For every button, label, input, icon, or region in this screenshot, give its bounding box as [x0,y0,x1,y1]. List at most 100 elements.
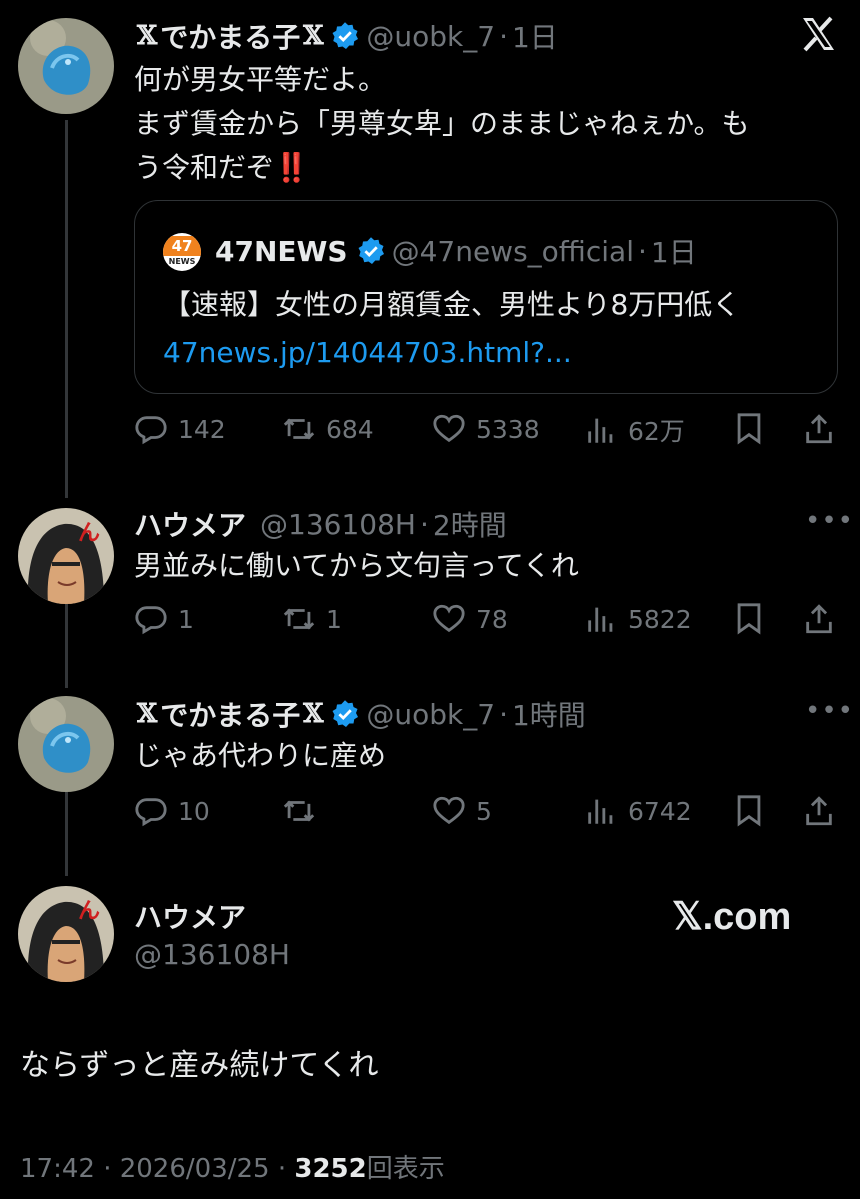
retweet-icon [283,418,315,440]
views-count: 5822 [628,604,692,634]
retweet-count: 684 [326,414,374,444]
x-logo-icon[interactable] [798,14,838,54]
tweet-text: 男並みに働いてから文句言ってくれ [134,549,579,582]
handle[interactable]: @uobk_7 [366,20,495,53]
views-button[interactable]: 6742 [584,794,692,828]
reply-button[interactable]: 10 [134,794,210,828]
like-count: 78 [476,604,508,634]
reply-icon [135,606,167,635]
views-chart-icon [588,607,613,632]
views-count: 6742 [628,796,692,826]
bookmark-icon [737,795,761,827]
tweet-line: う令和だぞ‼️ [134,151,309,184]
retweet-button[interactable]: 684 [282,412,374,446]
logo-sub: NEWS [168,257,196,266]
svg-text:ん: ん [78,899,100,924]
tweet-actions: 1 1 78 5822 [134,602,838,642]
reply-button[interactable]: 142 [134,412,226,446]
display-name[interactable]: ハウメア [134,504,246,544]
tweet-actions: 10 5 6742 [134,794,838,834]
views-chart-icon [588,799,613,824]
tweet-text: じゃあ代わりに産め [134,739,387,772]
share-button[interactable] [802,602,846,636]
share-icon [806,414,832,444]
heart-icon [433,414,465,443]
x-glyph-icon: 𝕏 [137,699,158,729]
like-button[interactable]: 78 [432,602,508,636]
news-logo-icon: 47 NEWS [163,233,201,271]
handle[interactable]: @uobk_7 [366,698,495,731]
tweet-meta-line: 17:42 · 2026/03/25 · 3252回表示 [20,1148,445,1185]
verified-badge-icon [358,237,384,264]
quoted-tweet-card[interactable]: 47 NEWS 47NEWS @47news_official · 1日 【速報… [134,200,838,394]
like-button[interactable]: 5338 [432,412,540,446]
bookmark-button[interactable] [732,794,776,828]
reply-icon [135,798,167,827]
bookmark-button[interactable] [732,602,776,636]
handle[interactable]: @136108H [260,508,416,541]
display-name[interactable]: でかまる子 [160,16,300,56]
heart-icon [433,796,465,825]
reply-count: 10 [178,796,210,826]
timestamp[interactable]: 1時間 [512,694,586,734]
views-button[interactable]: 62万 [584,412,685,448]
timestamp[interactable]: 2時間 [433,504,507,544]
x-glyph-icon: 𝕏 [137,21,158,51]
stone-avatar-icon [18,18,114,114]
tweet-header: 𝕏 でかまる子 𝕏 @uobk_7 · 1日 [134,16,558,56]
svg-text:ん: ん [78,521,100,546]
bookmark-icon [737,603,761,635]
brand-watermark: 𝕏.com [672,896,792,938]
timestamp[interactable]: 1日 [512,16,558,56]
quote-handle: @47news_official [391,234,634,268]
quote-display-name: 47NEWS [215,234,348,268]
tweet-text: 何が男女平等だよ。 まず賃金から「男尊女卑」のままじゃねぇか。も う令和だぞ‼️ [134,58,824,190]
quote-time: 1日 [650,236,697,269]
stone-avatar-icon [18,696,114,792]
tweet-actions: 142 684 5338 62万 [134,412,838,452]
tweet-line: まず賃金から「男尊女卑」のままじゃねぇか。も [134,107,750,140]
avatar[interactable] [18,18,114,114]
retweet-icon [283,800,315,822]
reply-count: 142 [178,414,226,444]
thread-line [65,120,68,498]
manga-avatar-icon: ん [18,508,114,604]
avatar[interactable]: ん [18,886,114,982]
like-count: 5 [476,796,492,826]
reply-button[interactable]: 1 [134,602,194,636]
display-name[interactable]: でかまる子 [160,694,300,734]
quote-text: 【速報】女性の月額賃金、男性より8万円低く [163,288,741,321]
like-count: 5338 [476,414,540,444]
logo-number: 47 [163,236,201,256]
x-glyph-icon: 𝕏 [303,699,324,729]
quote-link[interactable]: 47news.jp/14044703.html?... [163,331,572,375]
share-button[interactable] [802,794,846,828]
separator: · [499,697,508,731]
display-name[interactable]: ハウメア [134,896,246,936]
avatar[interactable] [18,696,114,792]
tweet-header: 𝕏 でかまる子 𝕏 @uobk_7 · 1時間 [134,694,586,734]
x-glyph-icon: 𝕏 [303,21,324,51]
more-options-button[interactable]: ••• [805,696,854,726]
more-options-button[interactable]: ••• [805,506,854,536]
views-button[interactable]: 5822 [584,602,692,636]
share-button[interactable] [802,412,846,446]
bookmark-button[interactable] [732,412,776,446]
timestamp[interactable]: 17:42 · 2026/03/25 · [20,1154,294,1184]
views-count: 62万 [628,417,685,446]
share-icon [806,796,832,826]
heart-icon [433,604,465,633]
retweet-button[interactable]: 1 [282,602,342,636]
retweet-button[interactable] [282,794,326,828]
like-button[interactable]: 5 [432,794,492,828]
reply-count: 1 [178,604,194,634]
avatar[interactable]: ん [18,508,114,604]
verified-badge-icon [332,22,359,49]
quote-header: 47NEWS @47news_official · 1日 [215,231,697,271]
main-tweet-text: ならずっと産み続けてくれ [20,1048,379,1083]
tweet-line: 何が男女平等だよ。 [134,63,387,96]
verified-badge-icon [332,700,359,727]
bookmark-icon [737,413,761,445]
handle[interactable]: @136108H [134,938,290,971]
separator: · [499,19,508,53]
